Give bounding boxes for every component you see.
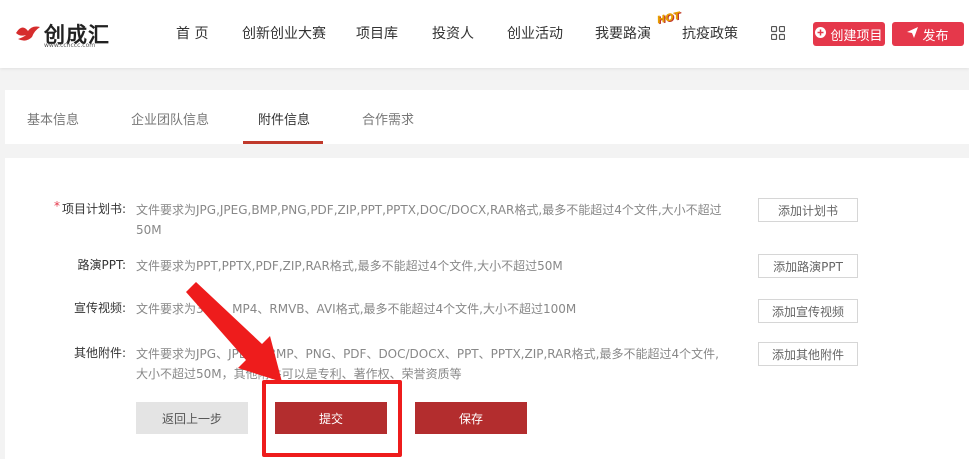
logo-bird-icon (16, 26, 40, 41)
add-roadshow-ppt-button[interactable]: 添加路演PPT (758, 254, 858, 278)
attachment-form: * 项目计划书: 文件要求为JPG,JPEG,BMP,PNG,PDF,ZIP,PP… (5, 158, 969, 459)
nav-investors[interactable]: 投资人 (432, 23, 474, 43)
promo-video-label: 宣传视频: (73, 301, 126, 315)
active-tab-indicator (243, 141, 323, 144)
nav-project-library[interactable]: 项目库 (356, 23, 398, 43)
save-button[interactable]: 保存 (415, 402, 527, 434)
promo-video-requirements: 文件要求为3GP、MP4、RMVB、AVI格式,最多不能超过4个文件,大小不超过… (136, 302, 577, 316)
top-header: 创成汇 www.cchccc.com 首 页 创新创业大赛 项目库 投资人 创业… (0, 0, 969, 68)
nav-activities[interactable]: 创业活动 (507, 23, 563, 43)
hot-badge: HOT (656, 10, 682, 27)
tab-bar: 基本信息 企业团队信息 附件信息 合作需求 (5, 90, 969, 144)
nav-roadshow[interactable]: 我要路演 (595, 23, 651, 43)
publish-button[interactable]: 发布 (892, 22, 964, 46)
other-attachments-label: 其他附件: (73, 346, 126, 360)
add-other-attachments-button[interactable]: 添加其他附件 (758, 342, 858, 366)
tab-basic-info[interactable]: 基本信息 (27, 109, 79, 128)
plus-circle-icon (815, 27, 827, 41)
apps-grid-icon[interactable] (771, 26, 785, 40)
create-project-label: 创建项目 (830, 28, 883, 44)
annotation-highlight-box (262, 380, 402, 457)
back-button[interactable]: 返回上一步 (136, 402, 248, 434)
add-business-plan-button[interactable]: 添加计划书 (758, 198, 858, 222)
send-icon (907, 27, 919, 41)
tab-attachments[interactable]: 附件信息 (258, 109, 310, 128)
create-project-button[interactable]: 创建项目 (813, 22, 885, 46)
nav-competition[interactable]: 创新创业大赛 (242, 23, 326, 43)
publish-label: 发布 (922, 28, 949, 44)
nav-home[interactable]: 首 页 (176, 23, 208, 43)
tab-team-info[interactable]: 企业团队信息 (131, 109, 209, 128)
site-logo[interactable]: 创成汇 www.cchccc.com (14, 19, 114, 51)
add-promo-video-button[interactable]: 添加宣传视频 (758, 299, 858, 323)
other-attachments-requirements: 文件要求为JPG、JPEG、BMP、PNG、PDF、DOC/DOCX、PPT、P… (136, 347, 719, 381)
logo-url: www.cchccc.com (44, 42, 96, 49)
business-plan-label: * 项目计划书: (53, 199, 126, 216)
required-marker: * (53, 199, 60, 213)
nav-policy[interactable]: 抗疫政策 (682, 23, 738, 43)
business-plan-requirements: 文件要求为JPG,JPEG,BMP,PNG,PDF,ZIP,PPT,PPTX,D… (136, 203, 722, 237)
tab-cooperation[interactable]: 合作需求 (362, 109, 414, 128)
roadshow-ppt-label: 路演PPT: (77, 258, 126, 272)
roadshow-ppt-requirements: 文件要求为PPT,PPTX,PDF,ZIP,RAR格式,最多不能超过4个文件,大… (136, 259, 563, 273)
